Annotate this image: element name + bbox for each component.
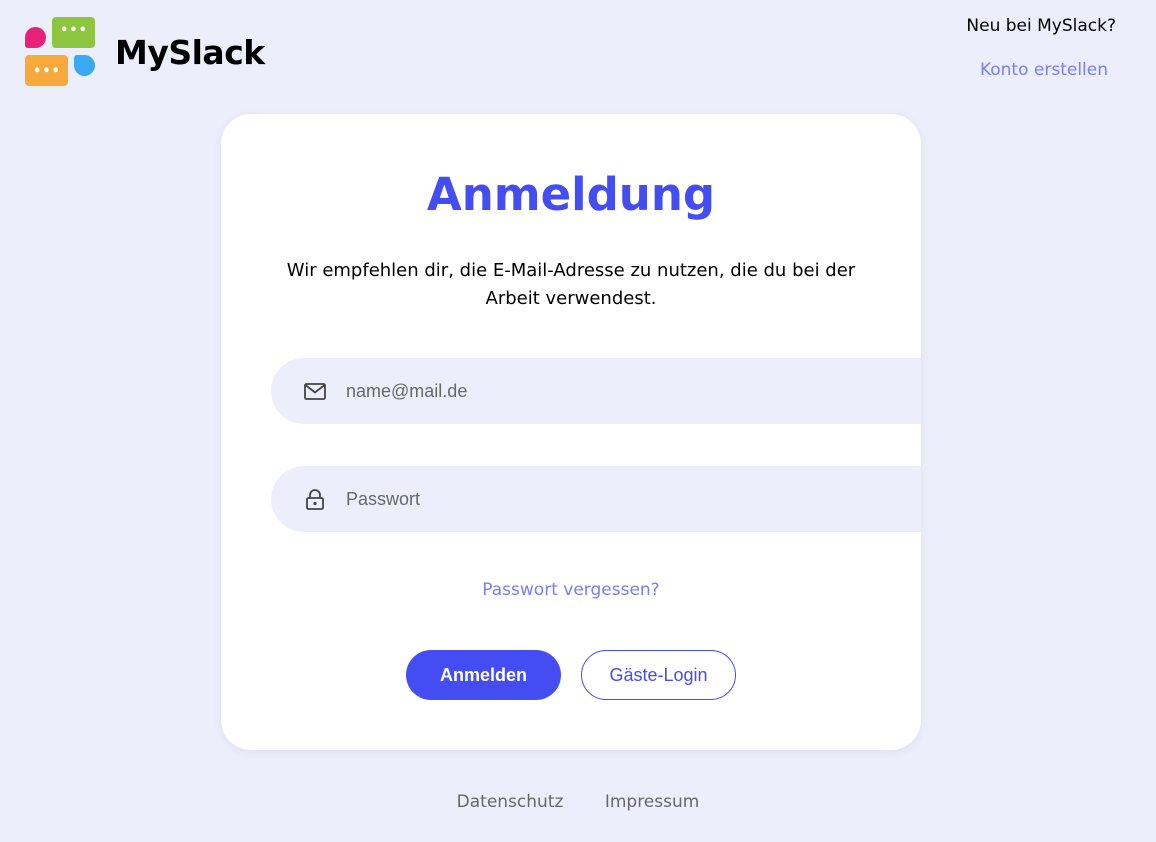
guest-login-button[interactable]: Gäste-Login bbox=[581, 650, 736, 700]
logo-bubble-green: ••• bbox=[52, 17, 95, 48]
lock-icon bbox=[306, 489, 324, 510]
imprint-link[interactable]: Impressum bbox=[605, 792, 700, 812]
brand-name: MySlack bbox=[115, 32, 265, 72]
logo-bubble-blue bbox=[74, 55, 95, 76]
page-title: Anmeldung bbox=[426, 168, 716, 221]
footer: Datenschutz Impressum bbox=[0, 792, 1156, 812]
email-input[interactable] bbox=[344, 379, 748, 403]
password-input[interactable] bbox=[344, 487, 748, 511]
mail-icon bbox=[304, 382, 326, 400]
login-description: Wir empfehlen dir, die E-Mail-Adresse zu… bbox=[286, 260, 856, 309]
signup-prompt: Neu bei MySlack? bbox=[966, 16, 1116, 36]
create-account-link[interactable]: Konto erstellen bbox=[966, 60, 1108, 80]
myslack-logo-icon: ••• ••• bbox=[24, 17, 96, 87]
login-button[interactable]: Anmelden bbox=[406, 650, 561, 700]
logo: ••• ••• MySlack bbox=[24, 17, 265, 87]
logo-bubble-orange: ••• bbox=[25, 55, 68, 86]
login-card: Anmeldung Wir empfehlen dir, die E-Mail-… bbox=[221, 114, 921, 750]
password-field[interactable] bbox=[271, 466, 921, 532]
signup-area: Neu bei MySlack? Konto erstellen bbox=[966, 16, 1116, 80]
forgot-password-link[interactable]: Passwort vergessen? bbox=[221, 580, 921, 600]
logo-bubble-pink bbox=[25, 27, 46, 48]
email-field[interactable] bbox=[271, 358, 921, 424]
privacy-link[interactable]: Datenschutz bbox=[457, 792, 564, 812]
